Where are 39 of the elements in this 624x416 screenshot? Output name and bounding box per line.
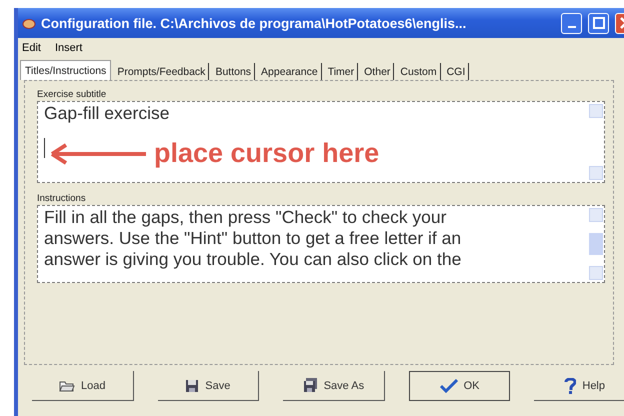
annotation-text: place cursor here xyxy=(154,138,380,169)
tab[interactable]: CGI xyxy=(444,63,470,80)
scroll-down-button[interactable] xyxy=(589,266,603,280)
load-button[interactable]: Load xyxy=(32,371,134,401)
maximize-icon xyxy=(592,17,604,29)
text-cursor xyxy=(44,138,45,158)
tab[interactable]: Titles/Instructions xyxy=(20,60,112,80)
subtitle-field[interactable]: Gap-fill exercise place cursor here xyxy=(37,101,605,183)
scroll-up-button[interactable] xyxy=(589,208,603,222)
tab[interactable]: Custom xyxy=(397,63,441,80)
scroll-thumb[interactable] xyxy=(589,233,603,255)
scroll-down-button[interactable] xyxy=(589,166,603,180)
tab[interactable]: Buttons xyxy=(212,63,256,80)
menu-item[interactable]: Edit xyxy=(22,42,41,54)
menu-item[interactable]: Insert xyxy=(54,42,82,54)
field-text: Gap-fill exercise xyxy=(44,103,170,124)
app-icon xyxy=(22,17,36,29)
tab[interactable]: Other xyxy=(361,63,394,80)
tab[interactable]: Timer xyxy=(324,63,358,80)
text-line: Fill in all the gaps, then press "Check" to check your xyxy=(44,207,448,228)
tab[interactable]: Appearance xyxy=(258,63,322,80)
question-mark-icon xyxy=(564,378,576,394)
minimize-icon xyxy=(568,26,576,28)
maximize-button[interactable] xyxy=(588,12,609,34)
tab[interactable]: Prompts/Feedback xyxy=(114,63,210,80)
field-label: Instructions xyxy=(37,193,87,204)
floppy-disks-icon xyxy=(302,378,318,393)
folder-icon xyxy=(59,378,76,392)
save-button[interactable]: Save xyxy=(158,371,260,401)
text-line: answer is giving you trouble. You can also click on the xyxy=(44,249,462,270)
scroll-up-button[interactable] xyxy=(589,104,603,118)
instructions-field[interactable]: Fill in all the gaps, then press "Check" to check your answers. Use the "Hint" button to get a free letter if an answer is giving you trouble. You can also click on the xyxy=(37,205,605,283)
saveas-button[interactable]: Save As xyxy=(283,371,385,401)
window-title: Configuration file. C:\Archivos de programa\HotPotatoes6\englis... xyxy=(41,16,466,30)
ok-button[interactable]: OK xyxy=(408,371,510,401)
text-line: answers. Use the "Hint" button to get a free letter if an xyxy=(44,228,462,249)
field-label: Exercise subtitle xyxy=(37,89,108,100)
minimize-button[interactable] xyxy=(561,12,582,34)
checkmark-icon xyxy=(440,379,458,393)
